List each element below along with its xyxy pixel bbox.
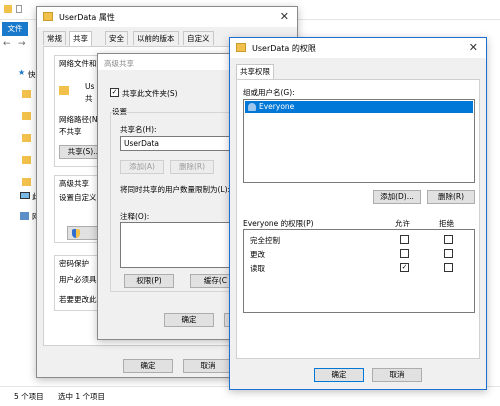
ribbon-file-tab[interactable]: 文件	[2, 22, 28, 36]
folder-icon	[22, 112, 31, 120]
permissions-titlebar: UserData 的权限 ✕	[230, 38, 486, 58]
table-row: 读取 ✓	[244, 262, 474, 274]
remove-share-button[interactable]: 删除(R)	[170, 160, 214, 174]
share-folder-label[interactable]: 共享此文件夹(S)	[122, 88, 178, 99]
network-path-value: 不共享	[59, 127, 82, 136]
advanced-ok-button[interactable]: 确定	[164, 313, 214, 327]
table-row: 完全控制	[244, 234, 474, 246]
user-limit-label: 将同时共享的用户数量限制为(L):	[120, 185, 231, 194]
permissions-table: 完全控制 更改 读取 ✓	[243, 229, 475, 313]
deny-checkbox[interactable]	[444, 235, 453, 244]
password-heading: 密码保护	[59, 259, 89, 268]
close-icon[interactable]: ✕	[280, 10, 289, 23]
status-selected-count: 选中 1 个项目	[58, 392, 106, 401]
properties-title: UserData 属性	[59, 13, 115, 22]
quick-access-icon	[16, 5, 22, 13]
folder-icon	[22, 90, 31, 98]
password-desc-line2: 若要更改此	[59, 295, 97, 304]
folder-icon	[22, 178, 31, 186]
explorer-sidebar: ★ 快 此 网	[0, 60, 40, 390]
permissions-for-header: Everyone 的权限(P)	[243, 219, 314, 228]
advanced-sharing-title: 高级共享	[104, 59, 134, 68]
permissions-tab-bar: 共享权限	[236, 64, 336, 80]
share-folder-checkbox[interactable]: ✓	[110, 88, 119, 97]
properties-titlebar: UserData 属性 ✕	[37, 7, 297, 27]
folder-icon	[4, 5, 12, 13]
properties-cancel-button[interactable]: 取消	[183, 359, 233, 373]
advanced-share-heading: 高级共享	[59, 179, 89, 188]
tab-security[interactable]: 安全	[105, 31, 128, 45]
close-icon[interactable]: ✕	[469, 41, 478, 54]
folder-name: Us	[85, 82, 95, 91]
nav-buttons: ← →	[0, 38, 36, 54]
deny-checkbox[interactable]	[444, 263, 453, 272]
tab-sharing[interactable]: 共享	[69, 31, 92, 46]
user-list[interactable]: Everyone	[243, 99, 475, 183]
allow-header: 允许	[395, 219, 410, 228]
folder-icon	[22, 134, 31, 142]
permission-name: 更改	[250, 250, 265, 259]
allow-checkbox[interactable]	[400, 235, 409, 244]
table-row: 更改	[244, 248, 474, 260]
add-share-button[interactable]: 添加(A)	[120, 160, 164, 174]
deny-header: 拒绝	[439, 219, 454, 228]
folder-icon	[22, 156, 31, 164]
add-user-button[interactable]: 添加(D)...	[373, 190, 421, 204]
allow-checkbox[interactable]: ✓	[400, 263, 409, 272]
shield-icon	[72, 229, 80, 238]
caching-button[interactable]: 缓存(C	[190, 274, 230, 288]
permissions-dialog: UserData 的权限 ✕ 共享权限 组或用户名(G): Everyone 添…	[229, 37, 487, 390]
share-name-label: 共享名(H):	[120, 125, 157, 134]
group-user-label: 组或用户名(G):	[243, 88, 295, 97]
comment-label: 注释(O):	[120, 212, 150, 221]
permission-name: 完全控制	[250, 236, 280, 245]
user-name: Everyone	[259, 102, 295, 111]
tab-previous-versions[interactable]: 以前的版本	[133, 31, 179, 45]
permissions-button[interactable]: 权限(P)	[124, 274, 174, 288]
quick-access-star-icon[interactable]: ★	[18, 68, 25, 77]
tab-customize[interactable]: 自定义	[183, 31, 214, 45]
folder-icon	[43, 12, 53, 21]
forward-arrow-icon[interactable]: →	[18, 39, 26, 49]
status-item-count: 5 个项目	[14, 392, 44, 401]
folder-icon	[236, 43, 246, 52]
permissions-cancel-button[interactable]: 取消	[372, 368, 422, 382]
allow-checkbox[interactable]	[400, 249, 409, 258]
deny-checkbox[interactable]	[444, 249, 453, 258]
back-arrow-icon[interactable]: ←	[3, 39, 11, 49]
remove-user-button[interactable]: 删除(R)	[427, 190, 475, 204]
folder-share-status: 共	[85, 94, 93, 103]
list-item[interactable]: Everyone	[245, 101, 473, 113]
tab-share-permissions[interactable]: 共享权限	[236, 64, 274, 79]
permission-name: 读取	[250, 264, 265, 273]
permissions-title: UserData 的权限	[252, 44, 316, 53]
advanced-share-desc: 设置自定义	[59, 193, 97, 202]
folder-icon	[59, 86, 69, 95]
permissions-ok-button[interactable]: 确定	[314, 368, 364, 382]
this-pc-icon	[20, 192, 30, 199]
sidebar-item-quick[interactable]: 快	[28, 69, 36, 80]
properties-ok-button[interactable]: 确定	[123, 359, 173, 373]
tab-general[interactable]: 常规	[43, 31, 66, 45]
network-path-label: 网络路径(N	[59, 115, 98, 124]
permissions-panel: 组或用户名(G): Everyone 添加(D)... 删除(R) Everyo…	[236, 79, 480, 359]
users-icon	[248, 103, 256, 111]
network-icon	[20, 212, 29, 220]
